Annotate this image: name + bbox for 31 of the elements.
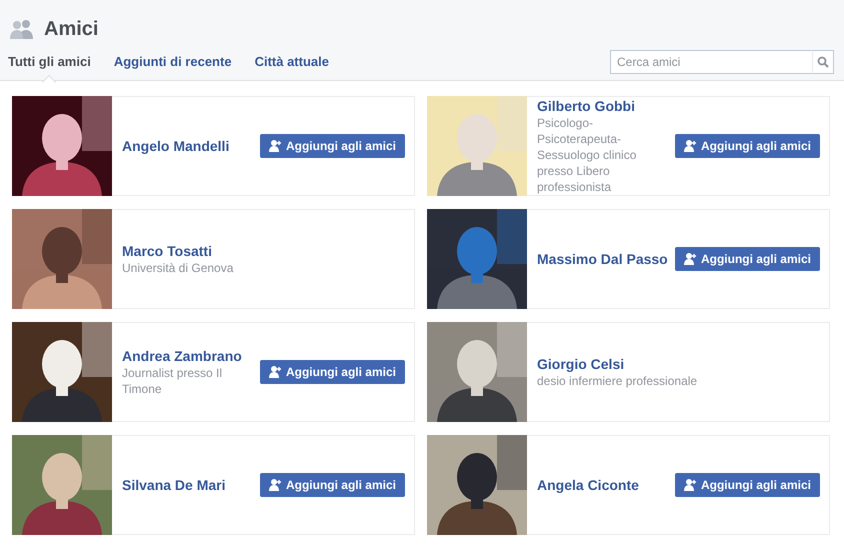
add-friend-button[interactable]: Aggiungi agli amici: [674, 473, 820, 497]
friend-name[interactable]: Giorgio Celsi: [537, 356, 624, 372]
friend-name[interactable]: Gilberto Gobbi: [537, 98, 635, 114]
add-friend-button[interactable]: Aggiungi agli amici: [260, 360, 405, 384]
friend-subtitle: Università di Genova: [122, 260, 234, 276]
tab[interactable]: Aggiunti di recente: [114, 52, 232, 72]
add-friend-button[interactable]: Aggiungi agli amici: [674, 247, 820, 271]
search-icon[interactable]: [817, 56, 829, 68]
search-field[interactable]: Cerca amici: [610, 50, 812, 74]
add-person-icon: [268, 479, 282, 491]
friends-icon: [10, 19, 35, 39]
friend-name[interactable]: Angela Ciconte: [537, 476, 639, 492]
add-person-icon: [684, 253, 697, 265]
friend-name[interactable]: Massimo Dal Passo: [537, 250, 668, 266]
friend-name[interactable]: Marco Tosatti: [122, 242, 212, 258]
tab[interactable]: Tutti gli amici: [8, 52, 91, 72]
friend-name[interactable]: Angelo Mandelli: [122, 138, 230, 154]
add-person-icon: [684, 479, 697, 491]
page-title: Amici: [44, 17, 98, 42]
friend-subtitle: Psicologo-Psicoterapeuta-Sessuologo clinico presso Libero professionista: [537, 114, 638, 194]
friend-subtitle: desio infermiere professionale: [537, 372, 698, 388]
add-person-icon: [268, 366, 282, 378]
add-friend-button[interactable]: Aggiungi agli amici: [674, 134, 820, 158]
tab[interactable]: Città attuale: [254, 52, 329, 72]
add-friend-button[interactable]: Aggiungi agli amici: [260, 473, 405, 497]
friend-subtitle: Journalist presso Il Timone: [122, 364, 224, 396]
friend-name[interactable]: Andrea Zambrano: [122, 348, 242, 364]
add-person-icon: [268, 140, 282, 152]
friend-name[interactable]: Silvana De Mari: [122, 476, 226, 492]
add-person-icon: [684, 140, 697, 152]
add-friend-button[interactable]: Aggiungi agli amici: [260, 134, 405, 158]
